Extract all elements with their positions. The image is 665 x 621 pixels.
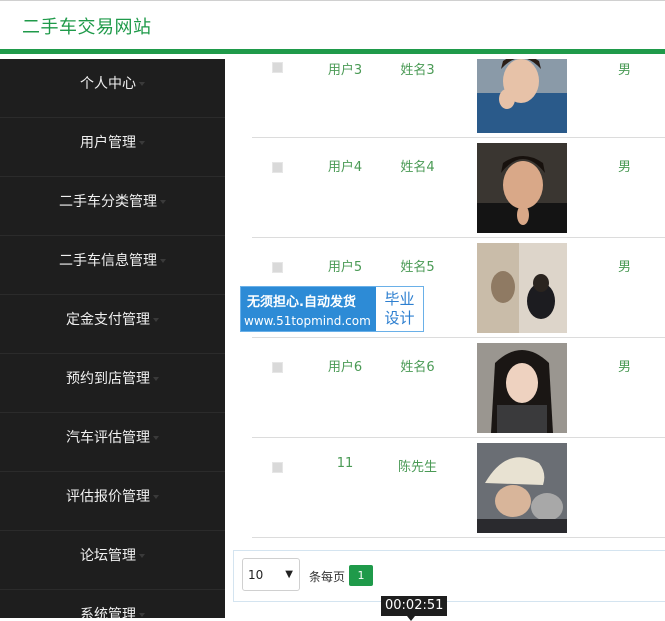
sidebar-item-car-category[interactable]: 二手车分类管理 bbox=[0, 177, 225, 236]
top-header: 二手车交易网站 bbox=[0, 0, 665, 54]
watermark-line2: www.51topmind.com bbox=[244, 314, 371, 328]
sidebar-item-label: 用户管理 bbox=[80, 135, 136, 151]
caret-down-icon bbox=[153, 495, 159, 499]
caret-down-icon bbox=[139, 82, 145, 86]
row-checkbox[interactable] bbox=[272, 462, 283, 473]
user-photo bbox=[477, 243, 567, 333]
caret-down-icon bbox=[153, 377, 159, 381]
caret-down-icon bbox=[139, 613, 145, 617]
cell-name: 陈先生 bbox=[397, 460, 437, 475]
user-photo bbox=[477, 343, 567, 433]
user-photo bbox=[477, 143, 567, 233]
per-page-label: 条每页 bbox=[309, 570, 346, 584]
row-checkbox[interactable] bbox=[272, 262, 283, 273]
cell-name: 姓名4 bbox=[400, 160, 435, 175]
table-row: 11 陈先生 bbox=[252, 438, 665, 538]
sidebar-item-label: 系统管理 bbox=[80, 607, 136, 618]
cell-sex: 男 bbox=[618, 360, 632, 375]
sidebar-item-car-info[interactable]: 二手车信息管理 bbox=[0, 236, 225, 295]
cell-account: 11 bbox=[336, 456, 354, 471]
cell-name: 姓名6 bbox=[400, 360, 435, 375]
table-row: 用户3 姓名3 男 bbox=[252, 59, 665, 138]
watermark-badge: 毕业 设计 bbox=[376, 287, 423, 331]
sidebar-item-deposit[interactable]: 定金支付管理 bbox=[0, 295, 225, 354]
main-content: 用户3 姓名3 男 用户4 姓名4 男 用户5 姓名5 男 用户6 姓名6 男 … bbox=[225, 59, 665, 618]
user-photo bbox=[477, 59, 567, 133]
sidebar: 个人中心 用户管理 二手车分类管理 二手车信息管理 定金支付管理 预约到店管理 … bbox=[0, 59, 225, 618]
sidebar-item-label: 定金支付管理 bbox=[66, 312, 150, 328]
cell-account: 用户6 bbox=[327, 360, 363, 375]
sidebar-item-personal-center[interactable]: 个人中心 bbox=[0, 59, 225, 118]
sidebar-item-label: 论坛管理 bbox=[80, 548, 136, 564]
sidebar-item-label: 二手车信息管理 bbox=[59, 253, 157, 269]
sidebar-item-system[interactable]: 系统管理 bbox=[0, 590, 225, 618]
user-photo bbox=[477, 443, 567, 533]
caret-down-icon bbox=[160, 200, 166, 204]
row-checkbox[interactable] bbox=[272, 362, 283, 373]
sidebar-item-label: 个人中心 bbox=[80, 76, 136, 92]
table-row: 用户4 姓名4 男 bbox=[252, 138, 665, 238]
sidebar-item-label: 评估报价管理 bbox=[66, 489, 150, 505]
page-size-value: 10 bbox=[248, 568, 264, 582]
chevron-down-icon: ▼ bbox=[285, 569, 293, 580]
caret-down-icon bbox=[153, 318, 159, 322]
cell-account: 用户4 bbox=[327, 160, 363, 175]
watermark-badge-line2: 设计 bbox=[384, 309, 415, 327]
cell-sex: 男 bbox=[618, 63, 632, 78]
sidebar-item-user-management[interactable]: 用户管理 bbox=[0, 118, 225, 177]
video-timestamp: 00:02:51 bbox=[381, 596, 448, 621]
caret-down-icon bbox=[160, 259, 166, 263]
cell-sex: 男 bbox=[618, 260, 632, 275]
watermark-text-block: 无须担心.自动发货 www.51topmind.com bbox=[241, 287, 377, 331]
caret-down-icon bbox=[139, 554, 145, 558]
row-checkbox[interactable] bbox=[272, 62, 283, 73]
caret-down-icon bbox=[139, 141, 145, 145]
watermark-badge-line1: 毕业 bbox=[384, 290, 415, 308]
sidebar-item-label: 汽车评估管理 bbox=[66, 430, 150, 446]
page-number-button[interactable]: 1 bbox=[349, 565, 373, 586]
site-title: 二手车交易网站 bbox=[22, 17, 152, 38]
cell-name: 姓名5 bbox=[400, 260, 435, 275]
sidebar-item-forum[interactable]: 论坛管理 bbox=[0, 531, 225, 590]
pagination-bar: 10 ▼ 条每页 1 bbox=[233, 550, 665, 602]
sidebar-item-label: 预约到店管理 bbox=[66, 371, 150, 387]
sidebar-item-quote[interactable]: 评估报价管理 bbox=[0, 472, 225, 531]
watermark-banner: 无须担心.自动发货 www.51topmind.com 毕业 设计 bbox=[240, 286, 424, 332]
cell-account: 用户5 bbox=[327, 260, 363, 275]
cell-name: 姓名3 bbox=[400, 63, 435, 78]
caret-down-icon bbox=[153, 436, 159, 440]
sidebar-item-appointment[interactable]: 预约到店管理 bbox=[0, 354, 225, 413]
row-checkbox[interactable] bbox=[272, 162, 283, 173]
page-size-select[interactable]: 10 ▼ bbox=[242, 558, 300, 591]
cell-account: 用户3 bbox=[327, 63, 363, 78]
sidebar-item-evaluation[interactable]: 汽车评估管理 bbox=[0, 413, 225, 472]
sidebar-item-label: 二手车分类管理 bbox=[59, 194, 157, 210]
watermark-line1: 无须担心.自动发货 bbox=[247, 295, 356, 310]
cell-sex: 男 bbox=[618, 160, 632, 175]
table-row: 用户6 姓名6 男 bbox=[252, 338, 665, 438]
